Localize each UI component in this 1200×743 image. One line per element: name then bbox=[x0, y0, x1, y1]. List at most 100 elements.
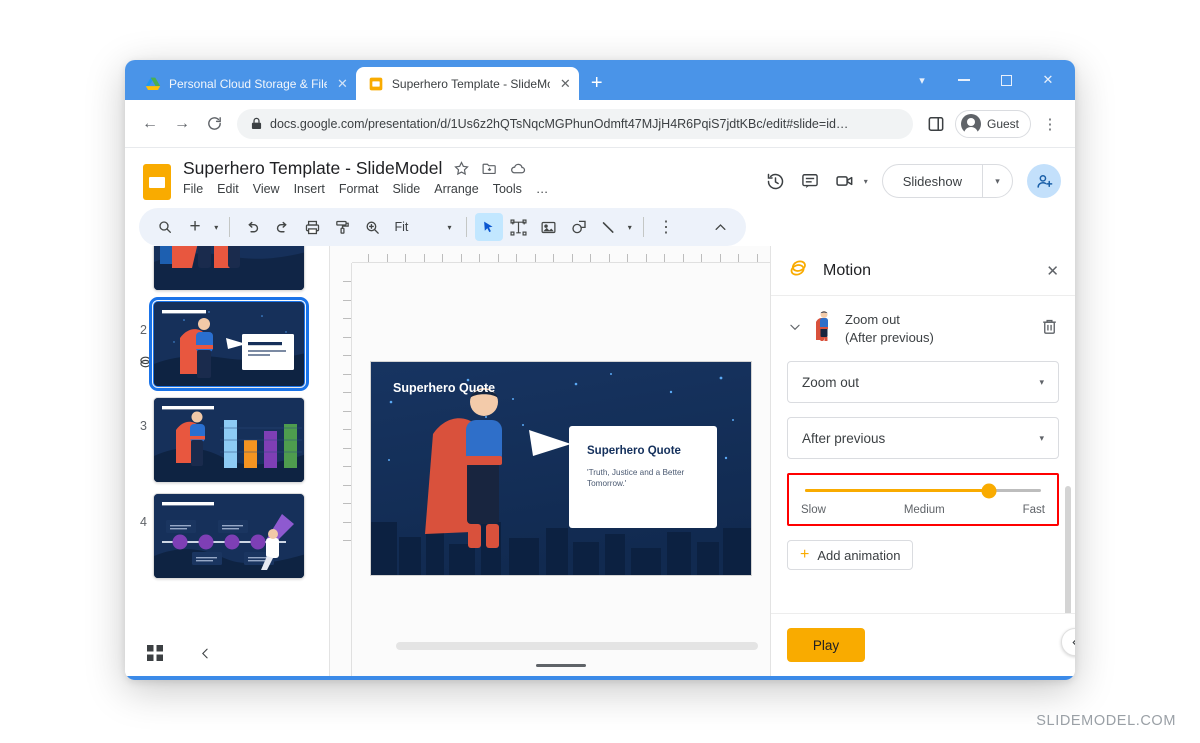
chevron-down-icon[interactable]: ▾ bbox=[1039, 377, 1044, 388]
slide-2-artwork bbox=[154, 302, 304, 386]
animation-item[interactable]: Zoom out (After previous) bbox=[787, 310, 1059, 347]
text-box-icon[interactable] bbox=[505, 213, 533, 241]
effect-select[interactable]: Zoom out ▾ bbox=[787, 361, 1059, 403]
collapse-toolbar-icon[interactable] bbox=[706, 213, 734, 241]
menu-slide[interactable]: Slide bbox=[392, 182, 420, 196]
version-history-icon[interactable] bbox=[765, 171, 786, 192]
undo-icon[interactable] bbox=[238, 213, 266, 241]
slide-thumbnail-3[interactable] bbox=[153, 397, 305, 483]
filmstrip-scroll[interactable]: 1 bbox=[125, 246, 329, 630]
menu-tools[interactable]: Tools bbox=[493, 182, 522, 196]
motion-panel-scrollbar[interactable] bbox=[1065, 486, 1071, 613]
side-panel-icon[interactable] bbox=[921, 109, 951, 139]
add-animation-button[interactable]: + Add animation bbox=[787, 540, 914, 570]
tab-title: Personal Cloud Storage & File Sh bbox=[169, 76, 327, 91]
line-caret-icon[interactable]: ▾ bbox=[625, 223, 635, 232]
speed-slider-thumb[interactable] bbox=[981, 483, 997, 498]
close-icon[interactable]: ✕ bbox=[1046, 262, 1059, 280]
toolbar-divider bbox=[229, 217, 231, 237]
close-icon[interactable]: ✕ bbox=[337, 77, 348, 90]
slide-stage[interactable]: Superhero Quote 'Truth, Justice and a Be… bbox=[352, 263, 770, 676]
minimize-button[interactable] bbox=[943, 60, 985, 100]
svg-text:'Truth, Justice and a Better: 'Truth, Justice and a Better bbox=[587, 468, 685, 477]
new-slide-icon[interactable]: + bbox=[181, 213, 209, 241]
paint-format-icon[interactable] bbox=[328, 213, 356, 241]
comment-icon[interactable] bbox=[800, 171, 820, 191]
select-cursor-icon[interactable] bbox=[474, 213, 503, 241]
star-icon[interactable] bbox=[453, 160, 470, 177]
watermark: SLIDEMODEL.COM bbox=[1036, 713, 1176, 729]
search-icon[interactable] bbox=[151, 213, 179, 241]
tab-search-icon[interactable]: ▾ bbox=[901, 60, 943, 100]
trigger-select[interactable]: After previous ▾ bbox=[787, 417, 1059, 459]
speed-label-medium: Medium bbox=[903, 504, 945, 516]
more-options-icon[interactable]: ⋮ bbox=[652, 213, 680, 241]
menu-format[interactable]: Format bbox=[339, 182, 379, 196]
meet-caret-icon[interactable]: ▾ bbox=[864, 177, 868, 186]
list-item[interactable]: 3 bbox=[125, 392, 329, 488]
chevron-down-icon[interactable]: ▾ bbox=[1039, 433, 1044, 444]
menu-more[interactable]: … bbox=[536, 182, 549, 196]
list-item[interactable]: 2 bbox=[125, 296, 329, 392]
reload-button[interactable] bbox=[199, 109, 229, 139]
thumbnail-wrap[interactable] bbox=[153, 246, 305, 291]
video-camera-icon[interactable]: ▾ bbox=[834, 171, 868, 191]
thumbnail-wrap[interactable] bbox=[153, 493, 305, 579]
close-icon[interactable]: ✕ bbox=[560, 77, 571, 90]
slide-thumbnail-4[interactable] bbox=[153, 493, 305, 579]
resize-handle[interactable] bbox=[536, 664, 586, 667]
new-slide-caret-icon[interactable]: ▾ bbox=[211, 223, 221, 232]
grid-view-icon[interactable] bbox=[147, 645, 163, 661]
list-item[interactable]: 4 bbox=[125, 488, 329, 584]
zoom-level-select[interactable]: Fit ▾ bbox=[388, 220, 457, 234]
slide-thumbnail-1[interactable] bbox=[153, 246, 305, 291]
address-bar[interactable]: docs.google.com/presentation/d/1Us6z2hQT… bbox=[237, 108, 913, 139]
browser-tab-drive[interactable]: Personal Cloud Storage & File Sh ✕ bbox=[133, 67, 356, 100]
back-button[interactable]: ← bbox=[135, 109, 165, 139]
insert-image-icon[interactable] bbox=[535, 213, 563, 241]
redo-icon[interactable] bbox=[268, 213, 296, 241]
forward-button[interactable]: → bbox=[167, 109, 197, 139]
kebab-menu-icon[interactable]: ⋮ bbox=[1035, 109, 1065, 139]
cloud-saved-icon[interactable] bbox=[509, 160, 527, 178]
active-slide[interactable]: Superhero Quote 'Truth, Justice and a Be… bbox=[370, 361, 752, 576]
play-button[interactable]: Play bbox=[787, 628, 865, 662]
slide-number: 2 bbox=[140, 323, 147, 337]
menu-insert[interactable]: Insert bbox=[294, 182, 325, 196]
close-window-button[interactable]: ✕ bbox=[1027, 60, 1069, 100]
chevron-left-icon[interactable] bbox=[199, 647, 212, 660]
horizontal-scrollbar[interactable] bbox=[396, 642, 758, 650]
svg-text:Tomorrow.': Tomorrow.' bbox=[587, 479, 627, 488]
browser-tab-slides[interactable]: Superhero Template - SlideMode ✕ bbox=[355, 67, 579, 100]
shape-icon[interactable] bbox=[565, 213, 593, 241]
share-button[interactable] bbox=[1027, 164, 1061, 198]
speed-slider[interactable] bbox=[805, 483, 1041, 498]
menu-arrange[interactable]: Arrange bbox=[434, 182, 478, 196]
trash-icon[interactable] bbox=[1040, 317, 1059, 341]
new-tab-button[interactable]: + bbox=[591, 73, 603, 93]
app-header: Superhero Template - SlideModel File Edi… bbox=[125, 148, 1075, 204]
line-icon[interactable] bbox=[595, 213, 623, 241]
thumbnail-wrap[interactable] bbox=[149, 297, 309, 391]
profile-chip[interactable]: Guest bbox=[954, 109, 1031, 138]
ruler-tick bbox=[738, 254, 739, 262]
animation-description: Zoom out (After previous) bbox=[845, 311, 934, 347]
slideshow-caret-icon[interactable]: ▾ bbox=[982, 165, 1012, 197]
page-title[interactable]: Superhero Template - SlideModel bbox=[183, 158, 442, 179]
omnibox-row: ← → docs.google.com/presentation/d/1Us6z… bbox=[125, 100, 1075, 148]
zoom-icon[interactable] bbox=[358, 213, 386, 241]
slides-app: Superhero Template - SlideModel File Edi… bbox=[125, 148, 1075, 680]
chevron-down-icon[interactable] bbox=[787, 320, 803, 337]
horizontal-ruler bbox=[352, 246, 770, 263]
move-to-folder-icon[interactable] bbox=[481, 160, 498, 177]
maximize-button[interactable] bbox=[985, 60, 1027, 100]
slideshow-button[interactable]: Slideshow ▾ bbox=[881, 164, 1013, 198]
slide-thumbnail-2[interactable] bbox=[149, 297, 309, 391]
menu-file[interactable]: File bbox=[183, 182, 203, 196]
menu-edit[interactable]: Edit bbox=[217, 182, 239, 196]
thumbnail-wrap[interactable] bbox=[153, 397, 305, 483]
zoom-caret-icon[interactable]: ▾ bbox=[442, 223, 458, 232]
print-icon[interactable] bbox=[298, 213, 326, 241]
list-item[interactable]: 1 bbox=[125, 246, 329, 296]
menu-view[interactable]: View bbox=[253, 182, 280, 196]
